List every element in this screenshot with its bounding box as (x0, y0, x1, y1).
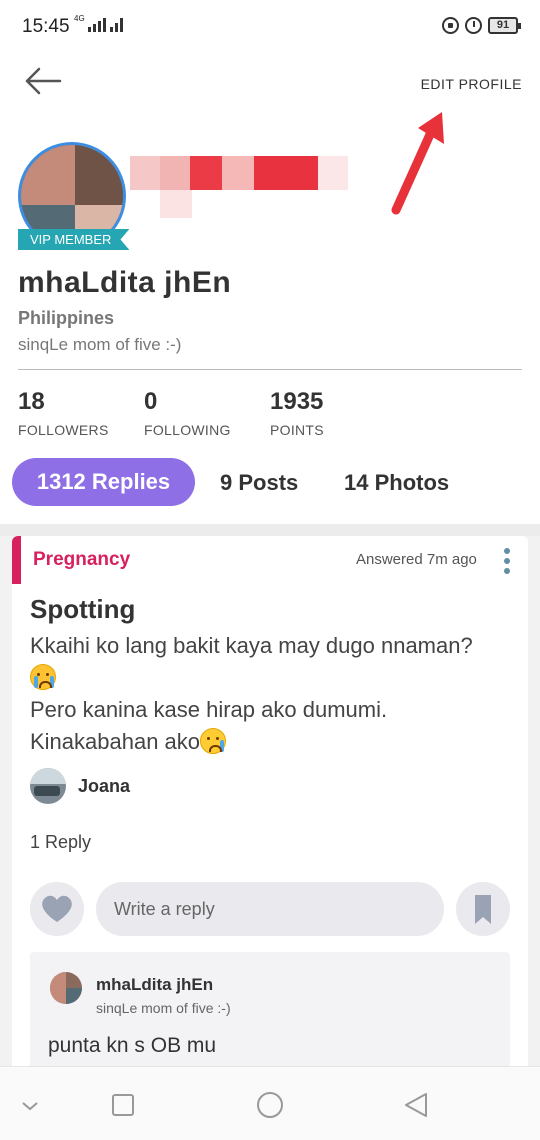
square-icon (112, 1094, 134, 1116)
question-body: Kkaihi ko lang bakit kaya may dugo nnama… (30, 630, 510, 758)
redaction-block (318, 156, 348, 190)
stat-following[interactable]: 0 FOLLOWING (144, 388, 231, 438)
bookmark-button[interactable] (456, 882, 510, 936)
network-type: 4G (74, 14, 85, 23)
nav-recents-button[interactable] (106, 1089, 138, 1121)
status-bar: 15:45 4G 91 (0, 0, 540, 56)
category-accent-bar (12, 536, 21, 584)
profile-name: mhaLdita jhEn (18, 266, 232, 299)
alarm-icon (465, 17, 482, 34)
stat-value: 0 (144, 388, 158, 415)
redaction-block (254, 156, 318, 190)
stat-label: FOLLOWERS (18, 422, 109, 438)
red-annotation-arrow (391, 112, 444, 215)
redaction-block (160, 190, 192, 218)
more-vertical-icon (504, 548, 510, 554)
profile-bio: sinqLe mom of five :-) (18, 335, 182, 354)
asker-avatar[interactable] (30, 768, 66, 804)
question-text: Kkaihi ko lang bakit kaya may dugo nnama… (30, 633, 473, 658)
crying-emoji-icon (30, 664, 56, 690)
stat-label: FOLLOWING (144, 422, 231, 438)
redaction-block (190, 156, 222, 190)
nav-home-button[interactable] (254, 1089, 286, 1121)
question-text: Pero kanina kase hirap ako dumumi. (30, 697, 388, 722)
arrow-left-icon (25, 67, 62, 95)
question-title[interactable]: Spotting (30, 594, 135, 625)
reply-avatar[interactable] (50, 972, 82, 1004)
chevron-down-icon (22, 1102, 38, 1111)
bookmark-icon (475, 895, 491, 924)
nav-collapse-button[interactable] (14, 1089, 46, 1121)
tab-photos[interactable]: 14 Photos (344, 470, 449, 496)
stat-points: 1935 POINTS (270, 388, 324, 438)
back-button[interactable] (24, 66, 62, 96)
triangle-back-icon (405, 1093, 427, 1117)
question-category[interactable]: Pregnancy (33, 549, 130, 571)
reply-text: punta kn s OB mu (48, 1034, 217, 1057)
reply-author-bio: sinqLe mom of five :-) (96, 1000, 231, 1016)
battery-icon: 91 (488, 17, 521, 34)
section-separator (0, 524, 540, 536)
asker-name[interactable]: Joana (78, 776, 130, 797)
divider (18, 369, 522, 370)
vip-badge: VIP MEMBER (18, 229, 130, 250)
more-options-button[interactable] (500, 548, 514, 576)
reply-count[interactable]: 1 Reply (30, 832, 91, 853)
answered-time: Answered 7m ago (356, 551, 477, 568)
reply-item: mhaLdita jhEn sinqLe mom of five :-) pun… (30, 952, 510, 1076)
question-card[interactable]: Pregnancy Answered 7m ago Spotting Kkaih… (12, 536, 528, 1076)
profile-country: Philippines (18, 308, 115, 328)
stat-followers[interactable]: 18 FOLLOWERS (18, 388, 109, 438)
tab-posts[interactable]: 9 Posts (220, 470, 298, 496)
sad-emoji-icon (200, 728, 227, 754)
redaction-block (130, 156, 160, 190)
redaction-block (160, 156, 190, 190)
signal-icon (88, 18, 124, 32)
reply-input[interactable] (96, 882, 444, 936)
stat-value: 18 (18, 388, 45, 415)
stat-value: 1935 (270, 388, 324, 415)
reply-author-name[interactable]: mhaLdita jhEn (96, 975, 213, 995)
nav-back-button[interactable] (400, 1089, 432, 1121)
stat-label: POINTS (270, 422, 324, 438)
edit-profile-button[interactable]: EDIT PROFILE (421, 76, 522, 92)
circle-icon (257, 1092, 283, 1118)
like-button[interactable] (30, 882, 84, 936)
heart-icon (42, 895, 72, 922)
tab-replies[interactable]: 1312 Replies (12, 458, 195, 506)
lock-rotation-icon (442, 17, 459, 34)
system-nav-bar (0, 1066, 540, 1140)
redaction-block (222, 156, 254, 190)
status-time: 15:45 (22, 16, 70, 37)
question-text: Kinakabahan ako (30, 729, 201, 754)
